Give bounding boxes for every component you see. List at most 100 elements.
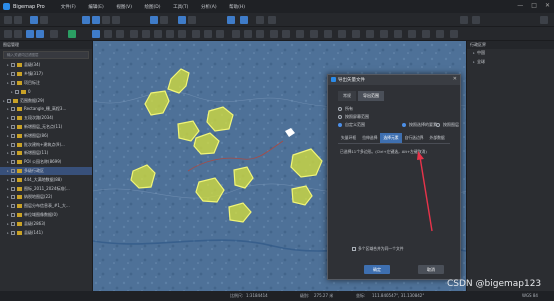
layer-item[interactable]: ▸ POI 公园名称(8699) bbox=[0, 158, 92, 167]
layer-item[interactable]: ▸ 图层分布信息表_#1_大... bbox=[0, 202, 92, 211]
table-icon[interactable] bbox=[324, 30, 332, 38]
layer-visibility-checkbox[interactable] bbox=[15, 89, 19, 94]
layer-item[interactable]: ▸ 批次建构+建筑点(9)... bbox=[0, 140, 92, 149]
admin-item-china[interactable]: ▸ 中国 bbox=[467, 49, 554, 58]
layer-item[interactable]: ▸ 新增图层(86) bbox=[0, 131, 92, 140]
elevation-icon[interactable] bbox=[178, 16, 186, 24]
node-icon[interactable] bbox=[366, 30, 374, 38]
layer-item[interactable]: ▸ Rectangle_栅_高程3... bbox=[0, 105, 92, 114]
radio-button[interactable] bbox=[402, 123, 406, 127]
message-icon[interactable] bbox=[472, 16, 480, 24]
layer-item[interactable]: ▸ 多级行政区 bbox=[0, 166, 92, 176]
tab-general[interactable]: 常规 bbox=[338, 91, 356, 101]
layer-visibility-checkbox[interactable] bbox=[11, 221, 15, 226]
layer-visibility-checkbox[interactable] bbox=[11, 124, 15, 129]
locate-icon[interactable] bbox=[436, 30, 444, 38]
menu-help[interactable]: 帮助(H) bbox=[229, 5, 245, 10]
polygon-icon[interactable] bbox=[178, 30, 186, 38]
admin-item-global[interactable]: ▸ 全球 bbox=[467, 58, 554, 67]
label-icon[interactable] bbox=[394, 30, 402, 38]
line-tool-icon[interactable] bbox=[104, 30, 112, 38]
buffer-icon[interactable] bbox=[188, 16, 196, 24]
undo-icon[interactable] bbox=[270, 30, 278, 38]
layer-item[interactable]: ▸ 县级(2863) bbox=[0, 219, 92, 228]
layer-item[interactable]: ▸ 图标_2011_2024标准(... bbox=[0, 184, 92, 193]
settings-icon[interactable] bbox=[256, 16, 264, 24]
curve-tool-icon[interactable] bbox=[116, 30, 124, 38]
brush-icon[interactable] bbox=[268, 16, 276, 24]
user-icon[interactable] bbox=[460, 16, 468, 24]
image-icon[interactable] bbox=[150, 16, 158, 24]
tab-stretch-select[interactable]: 拉伸选择 bbox=[359, 133, 380, 143]
tab-external-data[interactable]: 外部数据 bbox=[427, 133, 448, 143]
layer-item[interactable]: ▸ 乡镇(317) bbox=[0, 70, 92, 79]
skin-icon[interactable] bbox=[540, 16, 548, 24]
menu-draw[interactable]: 绘图(D) bbox=[145, 5, 161, 10]
tab-custom-boundary[interactable]: 自行选边界 bbox=[402, 133, 427, 143]
tab-vector-box[interactable]: 矢量环框 bbox=[338, 133, 359, 143]
measure-icon[interactable] bbox=[160, 16, 168, 24]
earth-icon[interactable] bbox=[240, 16, 248, 24]
layer-visibility-checkbox[interactable] bbox=[11, 195, 15, 200]
snap-icon[interactable] bbox=[380, 30, 388, 38]
pan-tool-icon[interactable] bbox=[14, 16, 22, 24]
grid-icon[interactable] bbox=[112, 16, 120, 24]
minimize-icon[interactable]: — bbox=[517, 2, 523, 9]
layer-visibility-checkbox[interactable] bbox=[11, 142, 15, 147]
checkbox-box[interactable] bbox=[352, 247, 356, 251]
layer-visibility-checkbox[interactable] bbox=[11, 72, 15, 77]
delete-icon[interactable] bbox=[296, 30, 304, 38]
text-icon[interactable] bbox=[192, 30, 200, 38]
polyline-icon[interactable] bbox=[142, 30, 150, 38]
layer-visibility-checkbox[interactable] bbox=[11, 230, 15, 235]
cut-icon[interactable] bbox=[232, 30, 240, 38]
radio-button[interactable] bbox=[338, 115, 342, 119]
layer-visibility-checkbox[interactable] bbox=[11, 63, 15, 68]
export-icon[interactable] bbox=[92, 16, 100, 24]
redo-icon[interactable] bbox=[282, 30, 290, 38]
zoom-in-icon[interactable] bbox=[26, 30, 34, 38]
select-tool-icon[interactable] bbox=[4, 16, 12, 24]
layer-visibility-checkbox[interactable] bbox=[11, 116, 15, 121]
layer-item[interactable]: ▸ 单位域图像数据(0) bbox=[0, 211, 92, 220]
menu-analysis[interactable]: 分析(A) bbox=[201, 5, 217, 10]
layer-visibility-checkbox[interactable] bbox=[11, 107, 15, 112]
radio-custom-range[interactable]: 自定义范围 按照选择的要素 按照图层 bbox=[338, 121, 460, 129]
radio-button[interactable] bbox=[338, 123, 342, 127]
layer-visibility-checkbox[interactable] bbox=[11, 177, 15, 182]
layer-visibility-checkbox[interactable] bbox=[11, 204, 15, 209]
print-icon[interactable] bbox=[408, 30, 416, 38]
close-icon[interactable]: ✕ bbox=[545, 2, 550, 9]
merge-icon[interactable] bbox=[244, 30, 252, 38]
marker-icon[interactable] bbox=[92, 30, 100, 38]
download-icon[interactable] bbox=[82, 16, 90, 24]
layer-item[interactable]: ▸ 五段次路(2034) bbox=[0, 114, 92, 123]
menu-view[interactable]: 视图(V) bbox=[116, 5, 132, 10]
arc-tool-icon[interactable] bbox=[130, 30, 138, 38]
layer-visibility-checkbox[interactable] bbox=[11, 160, 15, 165]
edit-icon[interactable] bbox=[352, 30, 360, 38]
radio-button[interactable] bbox=[436, 123, 440, 127]
circle-icon[interactable] bbox=[166, 30, 174, 38]
rectangle-icon[interactable] bbox=[154, 30, 162, 38]
layer-visibility-checkbox[interactable] bbox=[11, 151, 15, 156]
layer-visibility-checkbox[interactable] bbox=[7, 98, 11, 103]
radio-all[interactable]: 所有 bbox=[338, 105, 460, 113]
layer-item[interactable]: ▸ 项目标注 bbox=[0, 79, 92, 88]
style-icon[interactable] bbox=[338, 30, 346, 38]
copy-icon[interactable] bbox=[256, 30, 264, 38]
layer-item[interactable]: ▸ 新增图层_无名点(11) bbox=[0, 123, 92, 132]
filter-icon[interactable] bbox=[68, 30, 76, 38]
bookmark-icon[interactable] bbox=[450, 30, 458, 38]
radio-by-feature[interactable]: 按照选择的要素 bbox=[402, 122, 437, 128]
layer-visibility-checkbox[interactable] bbox=[11, 168, 15, 173]
layer-item[interactable]: ▸ 范围数据(29) bbox=[0, 96, 92, 105]
dialog-close-icon[interactable]: ✕ bbox=[453, 76, 457, 82]
area-icon[interactable] bbox=[216, 30, 224, 38]
cancel-button[interactable]: 取消 bbox=[418, 265, 444, 274]
cursor-icon[interactable] bbox=[4, 30, 12, 38]
layer-item[interactable]: ▸ 444_大满地数据(88) bbox=[0, 175, 92, 184]
radio-button[interactable] bbox=[338, 107, 342, 111]
layer-item[interactable]: ▸ 新增图层(11) bbox=[0, 149, 92, 158]
import-icon[interactable] bbox=[102, 16, 110, 24]
